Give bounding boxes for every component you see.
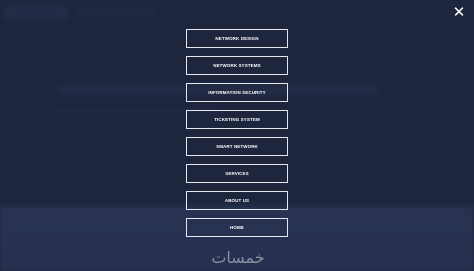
menu-item-about-us[interactable]: ABOUT US: [186, 191, 288, 210]
close-icon[interactable]: ✕: [452, 5, 466, 20]
menu-item-network-design[interactable]: NETWORK DESIGN: [186, 29, 288, 48]
menu-item-home[interactable]: HOME: [186, 218, 288, 237]
menu-item-ticketing-system[interactable]: TICKETING SYSTEM: [186, 110, 288, 129]
nav-menu: NETWORK DESIGN NETWORK SYSTEMS INFORMATI…: [186, 29, 288, 245]
menu-item-services[interactable]: SERVICES: [186, 164, 288, 183]
menu-item-information-security[interactable]: INFORMATION SECURITY: [186, 83, 288, 102]
menu-item-network-systems[interactable]: NETWORK SYSTEMS: [186, 56, 288, 75]
nav-overlay: ✕ NETWORK DESIGN NETWORK SYSTEMS INFORMA…: [0, 0, 474, 271]
menu-item-smart-network[interactable]: SMART NETWORK: [186, 137, 288, 156]
watermark-text: خمسات: [211, 248, 265, 267]
